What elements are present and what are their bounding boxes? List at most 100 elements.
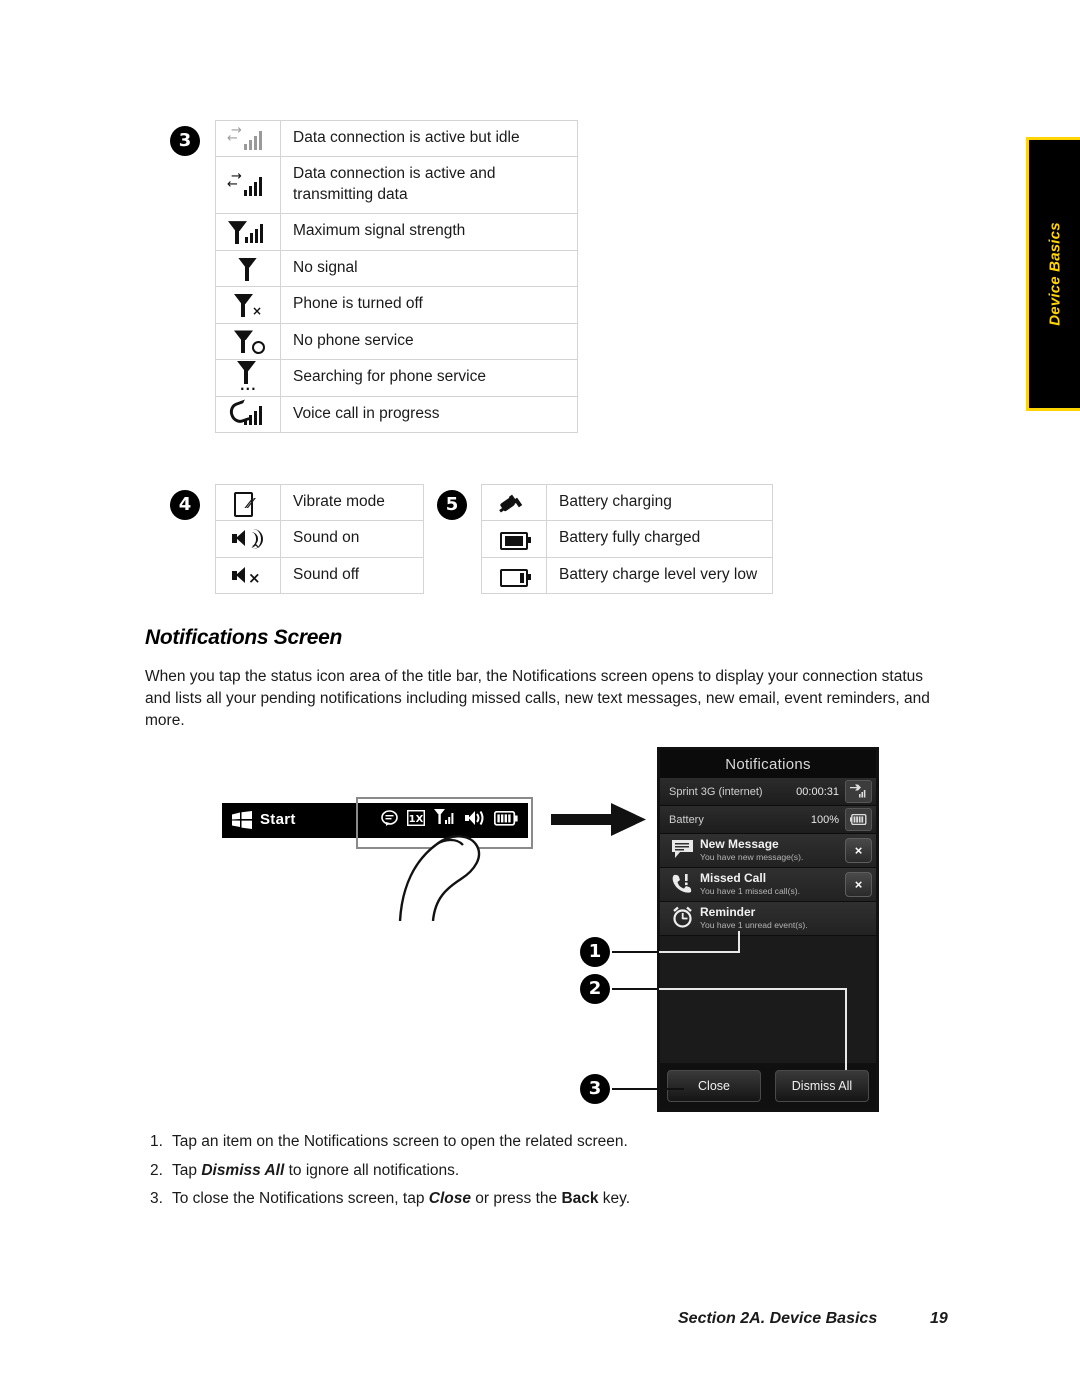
steps-list: 1. Tap an item on the Notifications scre… [150,1128,850,1214]
battery-full-icon [481,520,547,558]
list-item: 2. Tap Dismiss All to ignore all notific… [150,1157,850,1186]
step-bold: Back [561,1190,599,1207]
row-label: Voice call in progress [280,395,578,434]
leader-line-2-vertical [845,988,847,1070]
table-row: No phone service [215,322,578,361]
step-text-mid: or press the [470,1190,562,1207]
list-item: 3. To close the Notifications screen, ta… [150,1185,850,1214]
notifications-title: Notifications [660,750,876,778]
step-number: 3. [150,1190,163,1207]
finger-tap-illustration [398,835,481,921]
notifications-button-bar: Close Dismiss All [660,1063,876,1109]
table-row: Battery fully charged [481,520,773,558]
voice-call-icon [215,395,281,434]
flow-arrow-icon [551,803,646,836]
callout-bullet-5: 5 [437,490,467,520]
row-label: Sound on [280,520,424,558]
notification-missed-call[interactable]: Missed Call You have 1 missed call(s). × [660,868,876,902]
callout-bullet-4: 4 [170,490,200,520]
vibrate-icon: ⁄⁄ [215,483,281,522]
row-label: No signal [280,249,578,288]
row-label: Battery charging [546,483,773,522]
step-text-pre: To close the Notifications screen, tap [172,1190,429,1207]
step-emphasis: Dismiss All [201,1161,285,1179]
row-label: Data connection is active but idle [280,119,578,158]
page-title: Notifications Screen [145,626,343,649]
table-row: Battery charging [481,483,773,522]
status-row-connection[interactable]: Sprint 3G (internet) 00:00:31 [660,778,876,806]
notification-reminder[interactable]: Reminder You have 1 unread event(s). [660,902,876,936]
table-row: ... Searching for phone service [215,359,578,397]
battery-percent: 100% [810,813,839,826]
battery-label: Battery [669,813,704,826]
windows-logo-icon [232,811,252,829]
status-row-battery[interactable]: Battery 100% [660,806,876,834]
row-label: Battery charge level very low [546,556,773,595]
sound-off-icon: × [215,556,281,595]
step-text-pre: Tap [172,1161,202,1179]
signal-max-icon [215,213,281,251]
callout-line-3 [612,1088,684,1090]
callout-line-2 [612,988,659,990]
data-connection-icon [845,780,872,803]
table-row: × Sound off [215,556,424,595]
row-label: Phone is turned off [280,286,578,324]
table-row: Voice call in progress [215,395,578,434]
dismiss-button[interactable]: × [845,872,872,897]
leader-line-2-horizontal [656,988,846,990]
row-label: Battery fully charged [546,520,773,558]
start-label: Start [260,811,296,828]
no-phone-service-icon [215,322,281,361]
step-text: Tap an item on the Notifications screen … [172,1133,628,1150]
step-text-tail: key. [598,1190,631,1207]
battery-charging-icon [481,483,547,522]
connection-duration: 00:00:31 [796,785,839,798]
leader-line-1-vertical [738,931,740,953]
notification-detail: You have 1 unread event(s). [700,920,808,930]
status-icon-table-5: Battery charging Battery fully charged B… [481,483,773,595]
callout-bullet-1: 1 [580,937,610,967]
table-row: × Phone is turned off [215,286,578,324]
step-text-post: to ignore all notifications. [284,1161,460,1179]
table-row: Battery charge level very low [481,556,773,595]
dismiss-button[interactable]: × [845,838,872,863]
notification-title: Reminder [700,905,756,919]
row-label: Sound off [280,556,424,595]
table-row: Maximum signal strength [215,213,578,251]
sound-on-icon: ‸ [215,520,281,558]
step-number: 2. [150,1161,163,1179]
row-label: No phone service [280,322,578,361]
data-connection-transmitting-icon: ← → [215,156,281,215]
phone-off-icon: × [215,286,281,324]
step-emphasis: Close [428,1190,471,1207]
footer: Section 2A. Device Basics 19 [678,1310,948,1328]
row-label: Data connection is active and transmitti… [280,156,578,215]
row-label: Searching for phone service [280,359,578,397]
callout-bullet-3b: 3 [580,1074,610,1104]
list-item: 1. Tap an item on the Notifications scre… [150,1128,850,1157]
notification-new-message[interactable]: New Message You have new message(s). × [660,834,876,868]
battery-low-icon [481,556,547,595]
alarm-icon [666,906,698,931]
notification-detail: You have 1 missed call(s). [700,886,800,896]
table-row: ← → Data connection is active and transmi… [215,156,578,215]
data-connection-idle-icon: ← → [215,119,281,158]
message-icon [666,839,698,862]
notification-detail: You have new message(s). [700,852,804,862]
no-signal-icon [215,249,281,288]
side-tab-device-basics: Device Basics [1026,137,1080,411]
manual-page: Device Basics 3 ← → Data connection is ac… [0,0,1080,1397]
dismiss-all-button[interactable]: Dismiss All [775,1070,869,1102]
table-row: ‸ Sound on [215,520,424,558]
step-number: 1. [150,1133,163,1150]
row-label: Maximum signal strength [280,213,578,251]
notification-title: New Message [700,837,779,851]
close-button[interactable]: Close [667,1070,761,1102]
footer-page-number: 19 [930,1310,948,1327]
callout-bullet-2: 2 [580,974,610,1004]
section-paragraph: When you tap the status icon area of the… [145,668,930,729]
status-icon-table-3: ← → Data connection is active but idle ← →… [215,119,578,434]
missed-call-icon [666,873,698,897]
notification-title: Missed Call [700,871,767,885]
table-row: No signal [215,249,578,288]
